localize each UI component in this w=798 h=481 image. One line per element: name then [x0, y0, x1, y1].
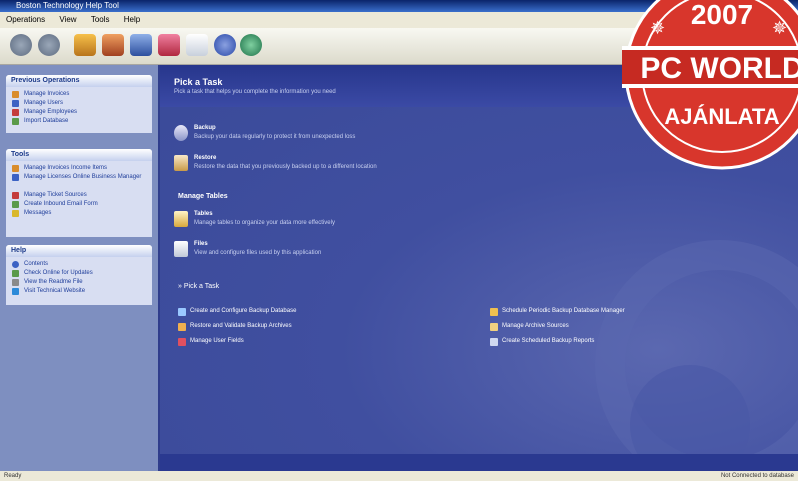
database-icon	[12, 118, 19, 125]
tools-icon[interactable]	[74, 34, 96, 56]
sidebar-item[interactable]: Manage Ticket Sources	[6, 191, 152, 200]
panel-title[interactable]: Previous Operations	[6, 75, 152, 87]
link-right-2[interactable]: Manage Archive Sources	[490, 323, 569, 331]
user-icon[interactable]	[130, 34, 152, 56]
message-icon	[12, 210, 19, 217]
manage-tables[interactable]: Tables Manage tables to organize your da…	[174, 211, 434, 231]
panel-tools: Tools Manage Invoices Income Items Manag…	[6, 149, 152, 237]
stamp-caption: AJÁNLATA	[664, 104, 779, 129]
panel-title[interactable]: Tools	[6, 149, 152, 161]
help-icon[interactable]	[214, 34, 236, 56]
pc-world-stamp: 2007 PC WORLD AJÁNLATA ✵ ✵	[622, 0, 798, 170]
manage-files[interactable]: Files View and configure files used by t…	[174, 241, 434, 261]
sidebar-item[interactable]: Create Inbound Email Form	[6, 200, 152, 209]
help-icon	[12, 261, 19, 268]
task-title: Files	[194, 241, 208, 247]
stamp-brand: PC WORLD	[640, 52, 798, 85]
globe-icon[interactable]	[240, 34, 262, 56]
sidebar-item[interactable]: Manage Employees	[6, 108, 152, 117]
email-icon	[12, 201, 19, 208]
task-restore[interactable]: Restore Restore the data that you previo…	[174, 155, 434, 175]
update-icon	[12, 270, 19, 277]
restore-icon	[174, 155, 188, 171]
sidebar-item[interactable]: Import Database	[6, 117, 152, 126]
task-title: Restore	[194, 155, 217, 161]
folder-icon	[12, 91, 19, 98]
link-left-2[interactable]: Restore and Validate Backup Archives	[178, 323, 292, 331]
stamp-year: 2007	[691, 0, 753, 30]
export-icon[interactable]	[158, 34, 180, 56]
panel-title[interactable]: Help	[6, 245, 152, 257]
menu-tools[interactable]: Tools	[85, 12, 116, 28]
sidebar-item[interactable]: Manage Invoices Income Items	[6, 164, 152, 173]
sidebar-item[interactable]: Manage Licenses Online Business Manager	[6, 173, 152, 191]
task-title: Backup	[194, 125, 216, 131]
sidebar-item[interactable]: Check Online for Updates	[6, 269, 152, 278]
star-icon: ✵	[772, 18, 787, 38]
link-right-3[interactable]: Create Scheduled Backup Reports	[490, 338, 594, 346]
panel-help: Help Contents Check Online for Updates V…	[6, 245, 152, 305]
group-icon	[12, 109, 19, 116]
menu-view[interactable]: View	[53, 12, 82, 28]
restore-icon	[178, 323, 186, 331]
ticket-icon	[12, 192, 19, 199]
status-right: Not Connected to database	[720, 473, 794, 479]
user-icon	[12, 100, 19, 107]
status-left: Ready	[4, 473, 22, 479]
ship-icon[interactable]	[102, 34, 124, 56]
task-desc: Manage tables to organize your data more…	[194, 220, 335, 226]
task-title: Tables	[194, 211, 213, 217]
sidebar-item[interactable]: Messages	[6, 209, 152, 218]
report-icon	[490, 338, 498, 346]
background-watermark	[595, 240, 798, 455]
sidebar-item[interactable]: Visit Technical Website	[6, 287, 152, 296]
user-fields-icon	[178, 338, 186, 346]
sidebar-item[interactable]: Manage Users	[6, 99, 152, 108]
invoice-icon	[12, 165, 19, 172]
document-icon[interactable]	[186, 34, 208, 56]
backup-icon	[174, 125, 188, 141]
task-backup[interactable]: Backup Backup your data regularly to pro…	[174, 125, 434, 145]
section-label: Manage Tables	[178, 193, 228, 200]
star-icon: ✵	[650, 18, 665, 38]
sidebar-item[interactable]: Manage Invoices	[6, 90, 152, 99]
sidebar: Previous Operations Manage Invoices Mana…	[0, 65, 158, 471]
back-icon[interactable]	[10, 34, 32, 56]
task-desc: Restore the data that you previously bac…	[194, 164, 377, 170]
pick-task-label: » Pick a Task	[178, 283, 220, 290]
page-title: Pick a Task	[174, 77, 223, 87]
statusbar: Ready Not Connected to database	[0, 471, 798, 481]
link-left-3[interactable]: Manage User Fields	[178, 338, 244, 346]
readme-icon	[12, 279, 19, 286]
bottom-band	[160, 454, 798, 471]
window-title: Boston Technology Help Tool	[16, 1, 119, 10]
task-desc: View and configure files used by this ap…	[194, 250, 322, 256]
menu-operations[interactable]: Operations	[0, 12, 51, 28]
database-icon	[178, 308, 186, 316]
license-icon	[12, 174, 19, 181]
link-left-1[interactable]: Create and Configure Backup Database	[178, 308, 296, 316]
page-subtitle: Pick a task that helps you complete the …	[174, 89, 336, 95]
tables-icon	[174, 211, 188, 227]
forward-icon[interactable]	[38, 34, 60, 56]
menu-help[interactable]: Help	[118, 12, 146, 28]
schedule-icon	[490, 308, 498, 316]
archive-icon	[490, 323, 498, 331]
link-right-1[interactable]: Schedule Periodic Backup Database Manage…	[490, 308, 625, 316]
panel-previous-operations: Previous Operations Manage Invoices Mana…	[6, 75, 152, 133]
sidebar-item[interactable]: Contents	[6, 260, 152, 269]
task-desc: Backup your data regularly to protect it…	[194, 134, 356, 140]
sidebar-item[interactable]: View the Readme File	[6, 278, 152, 287]
web-icon	[12, 288, 19, 295]
files-icon	[174, 241, 188, 257]
